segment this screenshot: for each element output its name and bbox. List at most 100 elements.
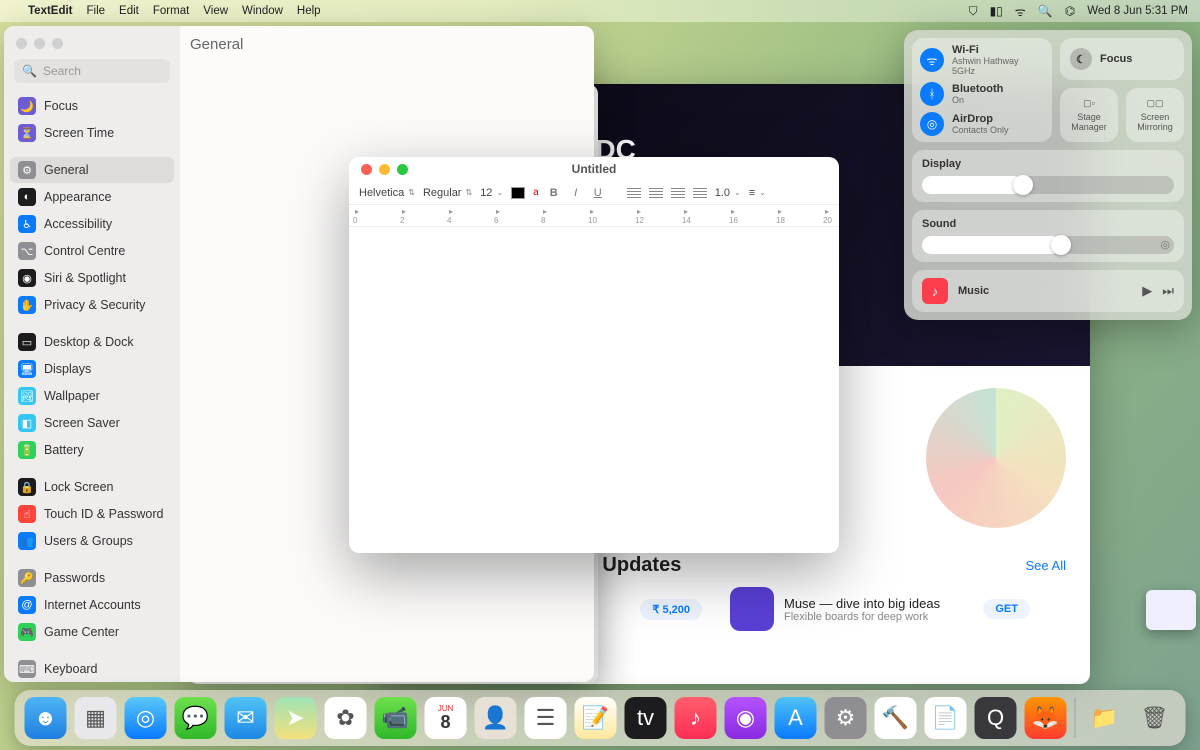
dock-trash[interactable]: 🗑 [1134, 697, 1176, 739]
dock-mail[interactable]: ✉︎ [225, 697, 267, 739]
dock-tv[interactable]: tv [625, 697, 667, 739]
font-family-select[interactable]: Helvetica ⇅ [359, 187, 415, 199]
menu-clock[interactable]: Wed 8 Jun 5:31 PM [1087, 5, 1188, 17]
italic-button[interactable]: I [569, 187, 583, 199]
menu-help[interactable]: Help [297, 5, 321, 17]
battery-icon[interactable]: ▮▯ [990, 4, 1003, 18]
sidebar-item-siri-spotlight[interactable]: ◉Siri & Spotlight [10, 265, 174, 291]
airdrop-toggle[interactable]: ◎ AirDropContacts Only [920, 112, 1044, 136]
menu-window[interactable]: Window [242, 5, 283, 17]
window-controls[interactable] [10, 34, 174, 59]
get-button[interactable]: GET [983, 599, 1030, 619]
dock-reminders[interactable]: ☰ [525, 697, 567, 739]
sidebar-item-screen-time[interactable]: ⏳Screen Time [10, 120, 174, 146]
sidebar-item-keyboard[interactable]: ⌨︎Keyboard [10, 656, 174, 682]
airplay-audio-icon[interactable]: ◎ [1160, 238, 1170, 251]
dock-contacts[interactable]: 👤 [475, 697, 517, 739]
wifi-icon: ᯤ [920, 48, 944, 72]
dock-quicktime[interactable]: Q [975, 697, 1017, 739]
sidebar-item-appearance[interactable]: ◐Appearance [10, 184, 174, 210]
sidebar-item-wallpaper[interactable]: 🏞Wallpaper [10, 383, 174, 409]
app-menu[interactable]: TextEdit [28, 5, 73, 17]
align-left-button[interactable] [627, 188, 641, 198]
sidebar-item-touch-id-password[interactable]: ☝︎Touch ID & Password [10, 501, 174, 527]
pref-icon: ⏳ [18, 124, 36, 142]
dock-settings[interactable]: ⚙︎ [825, 697, 867, 739]
dock-maps[interactable]: ➤ [275, 697, 317, 739]
sidebar-item-displays[interactable]: 🖥Displays [10, 356, 174, 382]
next-button[interactable]: ⏭ [1162, 283, 1174, 299]
sidebar-item-focus[interactable]: 🌙Focus [10, 93, 174, 119]
stage-manager-toggle[interactable]: ▢▫Stage Manager [1060, 88, 1118, 142]
text-color-button[interactable]: a [533, 187, 539, 198]
sidebar-item-users-groups[interactable]: 👥Users & Groups [10, 528, 174, 554]
align-justify-button[interactable] [693, 188, 707, 198]
see-all-link[interactable]: See All [1026, 558, 1066, 573]
control-center-icon[interactable]: ⌬ [1065, 4, 1075, 18]
font-size-select[interactable]: 12 ⌄ [480, 187, 503, 199]
display-slider[interactable]: Display ☀︎ [912, 150, 1184, 202]
menu-format[interactable]: Format [153, 5, 189, 17]
dock-finder[interactable]: ☻ [25, 697, 67, 739]
menu-view[interactable]: View [203, 5, 228, 17]
bold-button[interactable]: B [547, 187, 561, 199]
screen-mirroring-toggle[interactable]: ▢▢Screen Mirroring [1126, 88, 1184, 142]
control-center-panel: ᯤ Wi-FiAshwin Hathway 5GHz ᚼ BluetoothOn… [904, 30, 1192, 320]
pref-icon: ◉ [18, 269, 36, 287]
sidebar-item-desktop-dock[interactable]: ▭Desktop & Dock [10, 329, 174, 355]
sidebar-item-battery[interactable]: 🔋Battery [10, 437, 174, 463]
sidebar-item-passwords[interactable]: 🔑Passwords [10, 565, 174, 591]
format-toolbar: Helvetica ⇅ Regular ⇅ 12 ⌄ a B I U 1.0 ⌄… [349, 181, 839, 205]
dock-calendar[interactable]: JUN8 [425, 697, 467, 739]
sidebar-item-control-centre[interactable]: ⌥Control Centre [10, 238, 174, 264]
wifi-toggle[interactable]: ᯤ Wi-FiAshwin Hathway 5GHz [920, 44, 1044, 76]
play-button[interactable]: ▶ [1142, 283, 1152, 299]
dock-firefox[interactable]: 🦊 [1025, 697, 1067, 739]
dock-podcasts[interactable]: ◉ [725, 697, 767, 739]
dock-safari[interactable]: ◎ [125, 697, 167, 739]
pref-icon: 🔒 [18, 478, 36, 496]
menu-file[interactable]: File [87, 5, 106, 17]
color-swatch[interactable] [511, 187, 525, 199]
dock-notes[interactable]: 📝 [575, 697, 617, 739]
pref-icon: ⚙︎ [18, 161, 36, 179]
dock-messages[interactable]: 💬 [175, 697, 217, 739]
list-style-select[interactable]: ≡ ⌄ [749, 187, 766, 199]
search-input[interactable]: 🔍Search [14, 59, 170, 83]
bluetooth-toggle[interactable]: ᚼ BluetoothOn [920, 82, 1044, 106]
align-center-button[interactable] [649, 188, 663, 198]
stage-manager-thumbnail[interactable] [1146, 590, 1196, 630]
dock-launchpad[interactable]: ▦ [75, 697, 117, 739]
get-button[interactable]: ₹ 5,200 [640, 599, 702, 620]
dock-photos[interactable]: ✿ [325, 697, 367, 739]
spotlight-icon[interactable]: 🔍 [1038, 4, 1053, 18]
sidebar-item-privacy-security[interactable]: ✋Privacy & Security [10, 292, 174, 318]
dock-xcode[interactable]: 🔨 [875, 697, 917, 739]
dock-textedit[interactable]: 📄 [925, 697, 967, 739]
pref-icon: ✋ [18, 296, 36, 314]
airdrop-icon: ◎ [920, 112, 944, 136]
ruler[interactable]: ▸0▸2▸4▸6▸8▸10▸12▸14▸16▸18▸20 [349, 205, 839, 227]
menu-edit[interactable]: Edit [119, 5, 139, 17]
pref-icon: 🖥 [18, 360, 36, 378]
align-right-button[interactable] [671, 188, 685, 198]
music-module[interactable]: ♪ Music ▶⏭ [912, 270, 1184, 312]
sidebar-item-accessibility[interactable]: ♿︎Accessibility [10, 211, 174, 237]
app-item[interactable]: Muse — dive into big ideasFlexible board… [730, 587, 1030, 631]
sidebar-item-game-center[interactable]: 🎮Game Center [10, 619, 174, 645]
dock-facetime[interactable]: 📹 [375, 697, 417, 739]
dock-appstore[interactable]: A [775, 697, 817, 739]
sidebar-item-lock-screen[interactable]: 🔒Lock Screen [10, 474, 174, 500]
font-style-select[interactable]: Regular ⇅ [423, 187, 472, 199]
line-spacing-select[interactable]: 1.0 ⌄ [715, 187, 741, 199]
wifi-icon[interactable]: ᯤ [1015, 3, 1026, 20]
sidebar-item-internet-accounts[interactable]: @Internet Accounts [10, 592, 174, 618]
dock-downloads[interactable]: 📁 [1084, 697, 1126, 739]
focus-toggle[interactable]: ☾Focus [1060, 38, 1184, 80]
sidebar-item-screen-saver[interactable]: ◧Screen Saver [10, 410, 174, 436]
sound-slider[interactable]: Sound 🔈◎ [912, 210, 1184, 262]
underline-button[interactable]: U [591, 187, 605, 199]
sidebar-item-general[interactable]: ⚙︎General [10, 157, 174, 183]
dock-music[interactable]: ♪ [675, 697, 717, 739]
shield-icon[interactable]: ⛉ [969, 4, 978, 19]
